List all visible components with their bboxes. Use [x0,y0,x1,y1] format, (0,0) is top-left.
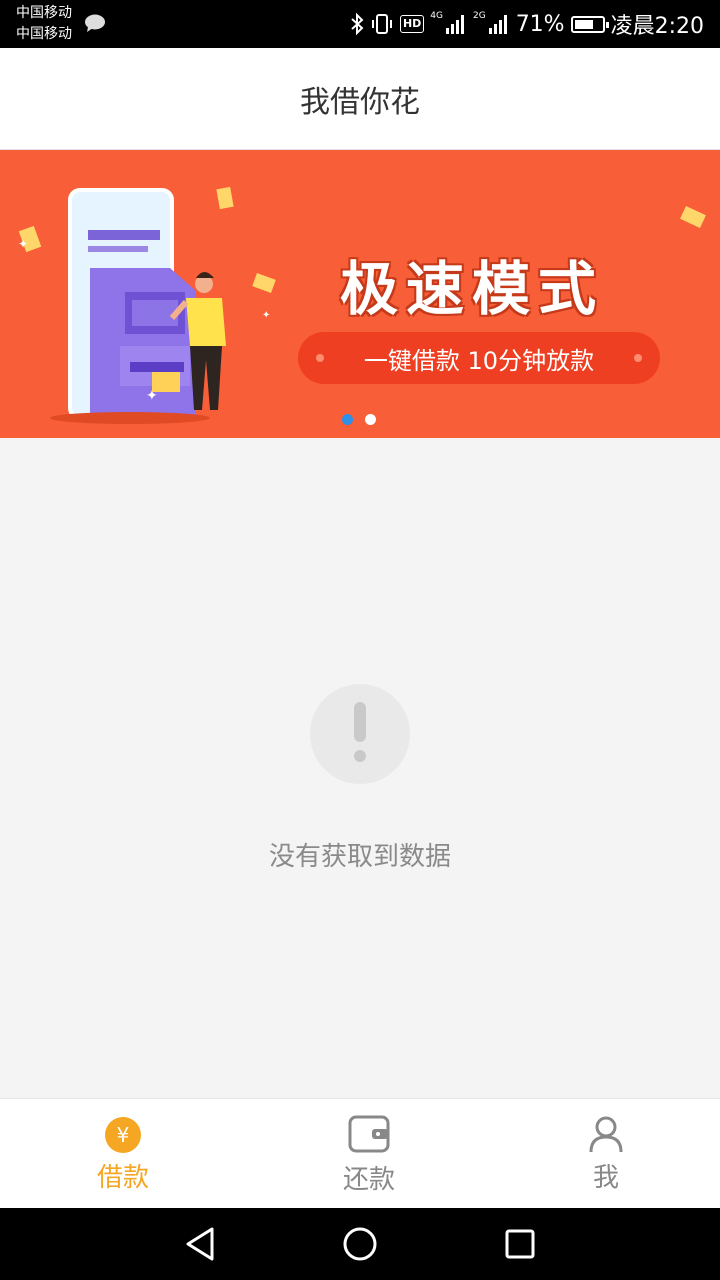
tab-me-label: 我 [592,1163,619,1193]
network-type-1: 4G [430,11,443,21]
bottom-tab-bar: ¥ 借款 还款 我 [0,1098,720,1209]
banner-subtitle: 一键借款 10分钟放款 [363,346,595,375]
tab-borrow[interactable]: ¥ 借款 [3,1099,243,1209]
carousel-indicator[interactable] [342,414,376,425]
svg-text:✦: ✦ [262,310,270,321]
bluetooth-icon [351,12,364,36]
recents-icon[interactable] [504,1226,536,1262]
wallet-icon [348,1115,390,1153]
banner-subtitle-pill: 一键借款 10分钟放款 [298,332,660,384]
tab-repay-label: 还款 [342,1165,395,1195]
vibrate-icon [371,14,392,34]
tab-borrow-label: 借款 [96,1163,149,1193]
svg-text:¥: ¥ [117,1123,130,1147]
back-icon[interactable] [184,1226,216,1262]
flying-bill-icon [680,206,706,228]
app-header: 我借你花 [0,48,720,150]
clock: 凌晨2:20 [610,14,704,39]
atm-phone-person-illustration: ✦ ✦ ✦ [18,186,276,424]
carrier-2: 中国移动 [16,26,72,42]
signal-icon [488,15,507,34]
battery-fill [574,19,593,29]
exclamation-bar [354,702,366,742]
chat-icon [85,14,105,32]
empty-state-message: 没有获取到数据 [268,842,451,872]
svg-text:✦: ✦ [146,388,158,404]
tab-repay[interactable]: 还款 [249,1099,489,1209]
hd-icon: HD [399,15,425,33]
pill-dot [316,354,324,362]
carrier-1: 中国移动 [16,5,72,21]
tab-me[interactable]: 我 [486,1099,720,1209]
status-bar: 中国移动 中国移动 HD 4G 2G 71% 凌晨2:20 [0,0,720,48]
promo-banner[interactable]: ✦ ✦ ✦ 极速模式 一键借款 10分钟放款 [0,150,720,438]
carousel-dot-1[interactable] [342,414,353,425]
carousel-dot-2[interactable] [365,414,376,425]
yen-coin-icon: ¥ [105,1117,141,1153]
exclamation-icon [310,684,410,784]
page-title: 我借你花 [300,84,420,120]
exclamation-dot [354,750,366,762]
banner-headline: 极速模式 [340,255,605,323]
person-icon [589,1116,623,1153]
carrier-labels: 中国移动 中国移动 [16,3,72,45]
system-nav-bar [0,1208,720,1280]
svg-text:✦: ✦ [18,237,28,251]
network-type-2: 2G [472,11,486,21]
signal-icon [445,15,464,34]
home-icon[interactable] [342,1226,378,1262]
status-icons: HD 4G 2G 71% 凌晨2:20 [350,0,704,48]
battery-percent: 71% [515,11,565,37]
pill-dot [634,354,642,362]
battery-icon [570,15,609,33]
